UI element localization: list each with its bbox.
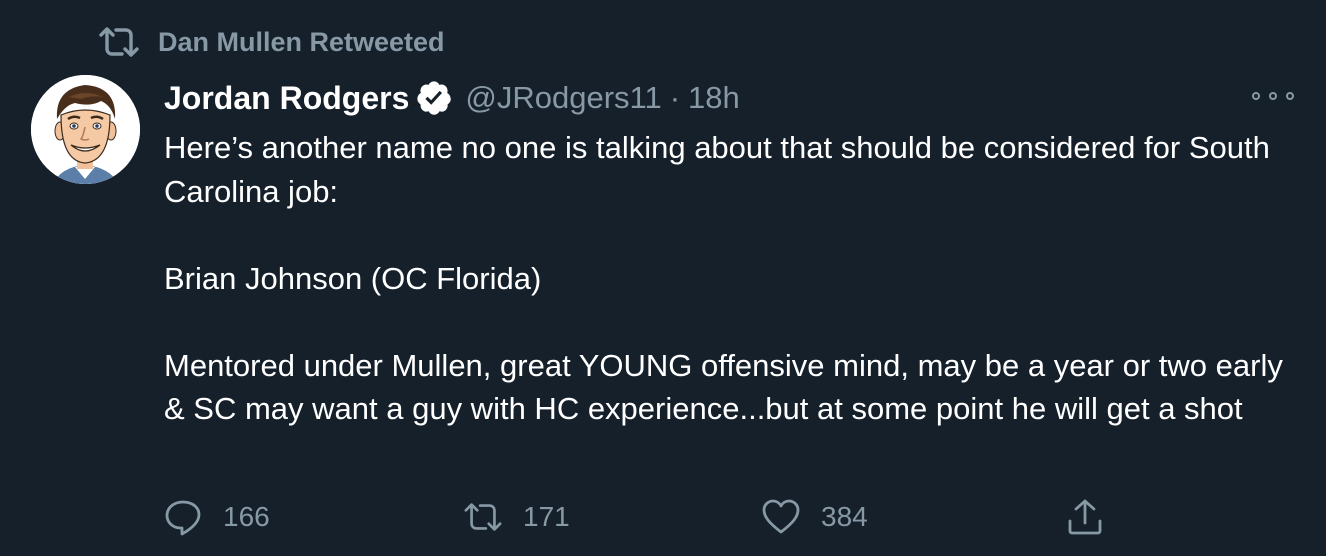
more-dot-icon [1269, 92, 1277, 100]
heart-icon [762, 499, 800, 534]
more-dot-icon [1252, 92, 1260, 100]
more-dot-icon [1286, 92, 1294, 100]
retweet-banner-text: Dan Mullen Retweeted [158, 26, 445, 57]
reply-button[interactable]: 166 [163, 497, 270, 537]
retweet-banner[interactable]: Dan Mullen Retweeted [98, 22, 445, 62]
retweet-icon [464, 503, 502, 531]
reply-icon [165, 500, 201, 536]
tweet-header: Jordan Rodgers @JRodgers11 · 18h [164, 76, 740, 120]
separator-dot: · [669, 80, 681, 115]
like-count: 384 [821, 501, 868, 532]
author-handle[interactable]: @JRodgers11 [465, 80, 661, 116]
verified-badge-icon [417, 81, 452, 115]
like-button[interactable]: 384 [761, 497, 868, 537]
tweet-paragraph: Mentored under Mullen, great YOUNG offen… [164, 347, 1283, 427]
tweet-text: Here’s another name no one is talking ab… [164, 126, 1304, 431]
author-name[interactable]: Jordan Rodgers [164, 80, 409, 117]
avatar[interactable] [31, 75, 140, 184]
retweet-icon [99, 27, 139, 57]
share-button[interactable] [1065, 497, 1105, 537]
tweet-paragraph: Brian Johnson (OC Florida) [164, 260, 542, 296]
retweet-button[interactable]: 171 [463, 497, 570, 537]
share-icon [1068, 499, 1102, 535]
reply-count: 166 [223, 501, 270, 532]
timestamp[interactable]: 18h [688, 80, 740, 116]
tweet-actions: 166 171 384 [163, 497, 1123, 537]
more-options-button[interactable] [1252, 86, 1294, 106]
avatar-cartoon-portrait [31, 75, 140, 184]
tweet-paragraph: Here’s another name no one is talking ab… [164, 130, 1270, 209]
retweet-count: 171 [523, 501, 570, 532]
